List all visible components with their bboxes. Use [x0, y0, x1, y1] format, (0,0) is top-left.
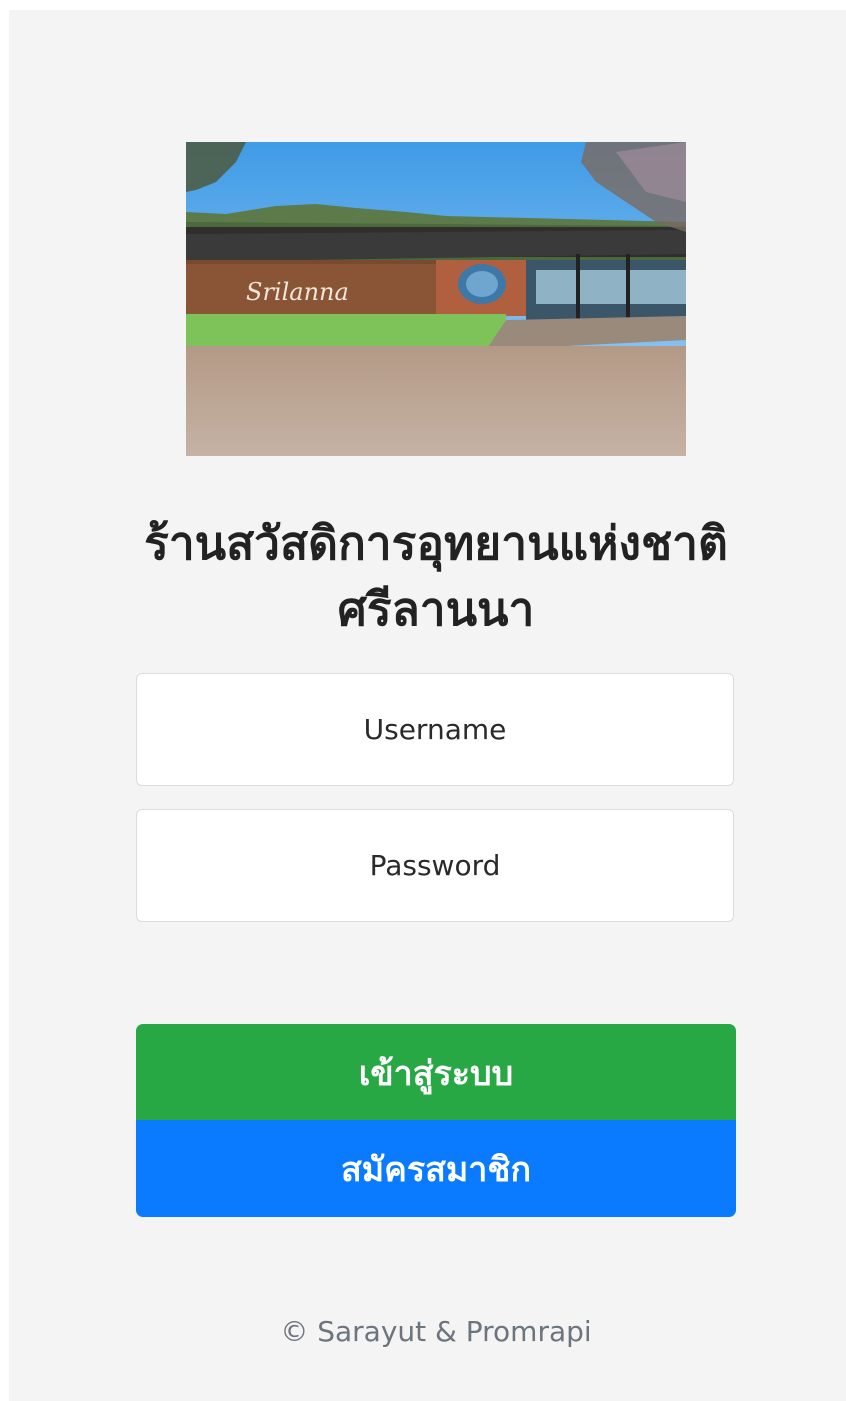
- svg-text:Srilanna: Srilanna: [246, 278, 349, 306]
- hero-photo: Srilanna: [186, 142, 686, 456]
- page-title: ร้านสวัสดิการอุทยานแห่งชาติศรีลานนา: [144, 516, 728, 636]
- username-field[interactable]: [136, 673, 734, 786]
- copyright-footer: © Sarayut & Promrapi: [280, 1315, 592, 1348]
- register-button[interactable]: สมัครสมาชิก: [136, 1120, 736, 1217]
- login-button-label: เข้าสู่ระบบ: [358, 1054, 514, 1094]
- register-button-label: สมัครสมาชิก: [340, 1149, 532, 1190]
- login-button[interactable]: เข้าสู่ระบบ: [136, 1024, 736, 1122]
- password-field[interactable]: [136, 809, 734, 922]
